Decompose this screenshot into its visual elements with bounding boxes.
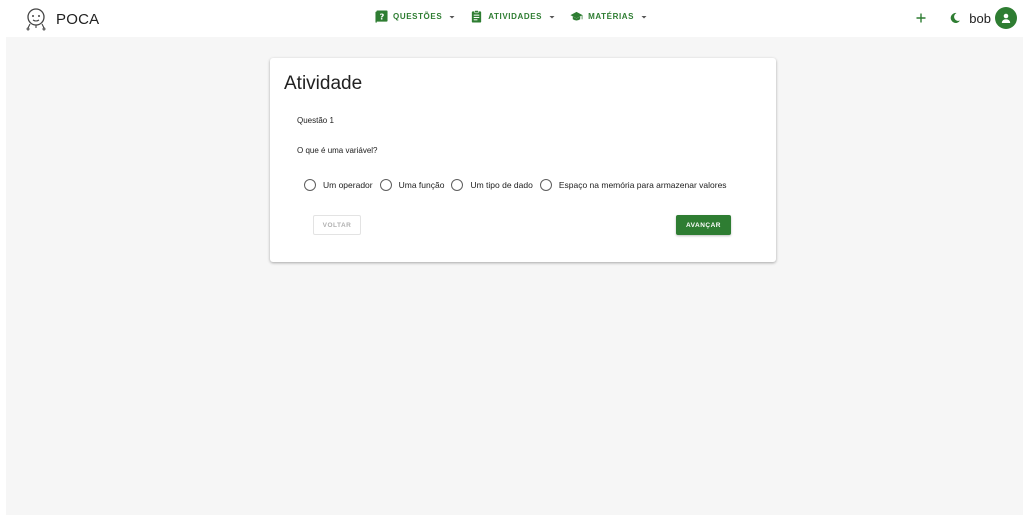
radio-button[interactable] bbox=[451, 179, 464, 191]
moon-icon[interactable] bbox=[949, 12, 961, 24]
radio-button[interactable] bbox=[304, 179, 316, 191]
back-button[interactable]: VOLTAR bbox=[313, 215, 361, 235]
chevron-down-icon bbox=[641, 15, 647, 18]
brand[interactable]: POCA bbox=[24, 7, 99, 31]
graduation-cap-icon bbox=[570, 11, 583, 21]
answer-option-3[interactable]: Um tipo de dado bbox=[451, 179, 533, 191]
clipboard-icon bbox=[472, 10, 482, 23]
nav-label-materias: MATÉRIAS bbox=[588, 12, 635, 21]
answer-option-4[interactable]: Espaço na memória para armazenar valores bbox=[539, 179, 727, 191]
answer-option-1[interactable]: Um operador bbox=[304, 179, 373, 191]
question-text: O que é uma variável? bbox=[297, 146, 378, 155]
nav-label-questoes: QUESTÕES bbox=[393, 12, 443, 21]
main-nav: ? QUESTÕES ATIVIDADES MATÉRIAS bbox=[375, 10, 662, 23]
option-label: Uma função bbox=[398, 180, 445, 190]
nav-item-atividades[interactable]: ATIVIDADES bbox=[470, 10, 556, 23]
nav-label-atividades: ATIVIDADES bbox=[488, 12, 543, 21]
option-label: Um operador bbox=[323, 180, 373, 190]
chevron-down-icon bbox=[449, 15, 455, 18]
svg-text:?: ? bbox=[380, 11, 385, 21]
answer-option-2[interactable]: Uma função bbox=[379, 179, 445, 191]
main-content: Atividade Questão 1 O que é uma variável… bbox=[6, 37, 1023, 515]
header-tools: bob bbox=[915, 7, 1017, 29]
next-button-label: AVANÇAR bbox=[685, 221, 722, 229]
page-title: Atividade bbox=[284, 73, 363, 94]
user-name[interactable]: bob bbox=[969, 11, 991, 26]
question-number: Questão 1 bbox=[297, 116, 334, 125]
radio-button[interactable] bbox=[379, 179, 392, 191]
radio-button[interactable] bbox=[539, 179, 552, 191]
option-label: Um tipo de dado bbox=[470, 180, 533, 190]
nav-item-questoes[interactable]: ? QUESTÕES bbox=[375, 10, 456, 23]
plus-icon[interactable] bbox=[915, 12, 927, 24]
app-name: POCA bbox=[56, 10, 100, 28]
back-button-label: VOLTAR bbox=[322, 221, 352, 229]
answer-options: Um operador Uma função Um tipo de dado E… bbox=[304, 179, 734, 191]
next-button[interactable]: AVANÇAR bbox=[676, 215, 731, 235]
person-icon bbox=[1001, 13, 1011, 23]
nav-item-materias[interactable]: MATÉRIAS bbox=[570, 10, 648, 23]
question-book-icon: ? bbox=[375, 10, 388, 23]
option-label: Espaço na memória para armazenar valores bbox=[558, 180, 727, 190]
avatar[interactable] bbox=[995, 7, 1017, 29]
robot-logo-icon bbox=[26, 8, 46, 31]
top-app-bar: POCA ? QUESTÕES ATIVIDADES MATÉRIAS bob bbox=[0, 0, 1023, 37]
chevron-down-icon bbox=[549, 15, 555, 18]
activity-card: Atividade Questão 1 O que é uma variável… bbox=[270, 58, 776, 262]
